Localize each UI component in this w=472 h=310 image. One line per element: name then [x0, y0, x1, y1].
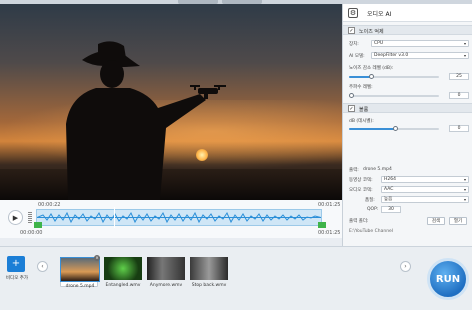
add-video-button[interactable]: + 비디오 추가 [4, 254, 28, 284]
thumbnail-caption: drone 5.mp4 [65, 284, 95, 289]
add-video-icon: + [7, 256, 25, 272]
volume-section-label: 볼륨 [359, 107, 369, 113]
folder-path: E:\YouTube Channel [349, 229, 394, 234]
chevron-down-icon: ▾ [463, 187, 466, 192]
chevron-down-icon: ▾ [463, 41, 466, 46]
add-video-label: 비디오 추가 [5, 276, 29, 281]
thumbnail-image [104, 257, 142, 280]
quality-value: 높음 [384, 197, 393, 202]
codec-label: 동영상 코덱: [349, 178, 373, 183]
trim-start-handle[interactable] [34, 222, 42, 228]
device-label: 장치: [349, 42, 359, 47]
thumbnail-image [190, 257, 228, 280]
chevron-left-icon: ‹ [41, 263, 44, 270]
codec-select[interactable]: H264 ▾ [381, 176, 469, 183]
thumbnail-image [60, 257, 100, 282]
strength-knob[interactable] [369, 74, 374, 79]
model-value: DeepFilter v3.0 [374, 53, 409, 58]
model-label: AI 모델: [349, 54, 365, 59]
open-folder-button[interactable]: 열기 [449, 217, 467, 225]
play-icon: ▶ [12, 213, 19, 222]
time-right: 00:01:25 [318, 230, 341, 236]
chevron-down-icon: ▾ [463, 53, 466, 58]
audio-codec-select[interactable]: AAC ▾ [381, 186, 469, 193]
device-value: CPU [374, 41, 384, 46]
threshold-label: 주파수 레벨: [349, 85, 373, 90]
quality-select[interactable]: 높음 ▾ [381, 196, 469, 203]
thumbnail-item[interactable]: Stop back.wmv [190, 257, 228, 288]
thumbnail-caption: Anymore.wmv [149, 283, 183, 288]
threshold-value[interactable]: 0 [449, 92, 469, 99]
device-select[interactable]: CPU ▾ [371, 40, 469, 47]
strength-slider[interactable] [349, 74, 439, 79]
strength-fill [349, 76, 371, 78]
bitrate-value[interactable]: 30 [381, 206, 401, 213]
time-left: 00:00:00 [20, 230, 43, 236]
output-file: drone 5.mp4 [363, 167, 392, 172]
chevron-right-icon: › [404, 263, 407, 270]
volume-slider[interactable] [349, 126, 439, 131]
volume-section-header[interactable]: ✓ 볼륨 [343, 103, 472, 113]
audio-ai-icon: ⚙ [348, 8, 358, 18]
playhead[interactable] [114, 207, 115, 228]
audio-codec-value: AAC [384, 187, 394, 192]
audio-waveform[interactable] [36, 209, 322, 226]
volume-value[interactable]: 0 [449, 125, 469, 132]
volume-checkbox[interactable]: ✓ [348, 105, 355, 112]
threshold-slider[interactable] [349, 93, 439, 98]
chevron-down-icon: ▾ [463, 177, 466, 182]
person-silhouette [66, 41, 226, 200]
video-preview[interactable] [0, 4, 342, 200]
run-button[interactable]: RUN [427, 258, 469, 300]
codec-value: H264 [384, 177, 396, 182]
thumbnail-item[interactable]: Anymore.wmv [147, 257, 185, 288]
thumbnail-caption: Stop back.wmv [191, 283, 227, 288]
play-button[interactable]: ▶ [8, 210, 23, 225]
waveform-graphic [36, 211, 322, 224]
settings-panel: ⚙ 오디오 AI ✓ 노이즈 억제 장치: CPU ▾ AI 모델: DeepFi… [342, 4, 472, 246]
bitrate-label: QOP: [367, 207, 379, 212]
thumbnail-item[interactable]: × drone 5.mp4 [60, 255, 100, 289]
strength-label: 노이즈 감소 레벨 (dB): [349, 66, 394, 71]
panel-header: ⚙ 오디오 AI [343, 4, 472, 22]
threshold-knob[interactable] [349, 93, 354, 98]
panel-title: 오디오 AI [367, 11, 392, 18]
noise-checkbox[interactable]: ✓ [348, 27, 355, 34]
strength-value[interactable]: 25 [449, 73, 469, 80]
thumbnail-image [147, 257, 185, 280]
folder-label: 출력 폴더: [349, 219, 369, 224]
scroll-right-button[interactable]: › [400, 261, 411, 272]
volume-meter [28, 212, 32, 224]
volume-label: dB (데시벨): [349, 119, 374, 124]
output-label: 출력: [349, 168, 359, 173]
scroll-left-button[interactable]: ‹ [37, 261, 48, 272]
volume-knob[interactable] [393, 126, 398, 131]
chevron-down-icon: ▾ [463, 197, 466, 202]
time-start: 00:00:22 [38, 202, 61, 208]
time-end: 00:01:25 [318, 202, 341, 208]
quality-label: 품질: [365, 198, 375, 203]
remove-icon[interactable]: × [94, 255, 100, 261]
audio-codec-label: 오디오 코덱: [349, 188, 373, 193]
volume-fill [349, 128, 395, 130]
model-select[interactable]: DeepFilter v3.0 ▾ [371, 52, 469, 59]
thumbnail-caption: Entangled.wmv [105, 283, 141, 288]
trim-end-handle[interactable] [318, 222, 326, 228]
noise-section-header[interactable]: ✓ 노이즈 억제 [343, 25, 472, 35]
noise-section-label: 노이즈 억제 [359, 29, 384, 35]
browse-button[interactable]: 검색 [427, 217, 445, 225]
thumbnail-item[interactable]: Entangled.wmv [104, 257, 142, 288]
